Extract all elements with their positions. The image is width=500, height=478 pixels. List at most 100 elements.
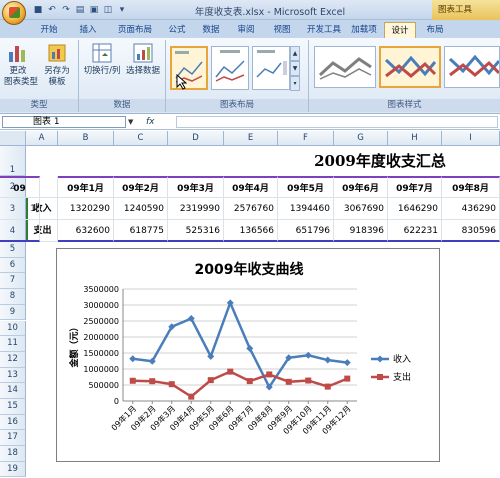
row-header[interactable]: 15 — [0, 399, 26, 415]
row-header[interactable]: 1 — [0, 146, 26, 176]
row-header[interactable]: 10 — [0, 320, 26, 337]
income-value-cell[interactable]: 2576760 — [224, 198, 278, 220]
insert-function-button[interactable]: fx — [142, 115, 172, 129]
column-header[interactable]: F — [278, 131, 334, 146]
column-header[interactable]: E — [224, 131, 278, 146]
data-point-1 — [285, 378, 292, 385]
data-point-1 — [324, 383, 331, 390]
window-title: 年度收支表.xlsx - Microsoft Excel — [194, 7, 346, 18]
month-header-cell[interactable]: 09年7月 — [388, 176, 442, 198]
change-chart-type-button[interactable]: 更改 图表类型 — [4, 42, 38, 88]
row-header[interactable]: 19 — [0, 461, 26, 478]
row-header[interactable]: 6 — [0, 257, 26, 274]
chart-title: 2009年收支曲线 — [195, 261, 304, 278]
select-all-corner[interactable] — [0, 131, 26, 146]
month-header-cell[interactable]: 09年1月 — [58, 176, 114, 198]
income-value-cell[interactable]: 1240590 — [114, 198, 168, 220]
column-header[interactable]: H — [388, 131, 442, 146]
chart-type-icon — [7, 42, 29, 64]
row-header[interactable]: 14 — [0, 383, 26, 399]
data-point-1 — [129, 377, 136, 384]
expense-value-cell[interactable]: 622231 — [388, 220, 442, 242]
expense-value-cell[interactable]: 618775 — [114, 220, 168, 242]
month-header-cell[interactable]: 09年3月 — [168, 176, 224, 198]
print-icon[interactable]: ▣ — [88, 4, 100, 16]
expense-value-cell[interactable]: 525316 — [168, 220, 224, 242]
expense-value-cell[interactable]: 918396 — [334, 220, 388, 242]
column-header[interactable]: I — [442, 131, 500, 146]
income-value-cell[interactable]: 1 — [0, 198, 40, 220]
layout-more[interactable]: ▾ — [290, 76, 300, 91]
undo-icon[interactable]: ↶ — [46, 4, 58, 16]
tab-7[interactable]: 开发工具 — [304, 22, 344, 38]
month-header-cell[interactable]: 09年8月 — [442, 176, 500, 198]
tab-4[interactable]: 数据 — [196, 22, 226, 38]
tab-2[interactable]: 页面布局 — [112, 22, 158, 38]
y-tick-label: 1500000 — [83, 349, 119, 358]
row-header[interactable]: 16 — [0, 414, 26, 431]
month-header-cell[interactable]: 09年4月 — [224, 176, 278, 198]
row-header[interactable]: 5 — [0, 242, 26, 258]
expense-value-cell[interactable] — [0, 220, 40, 242]
select-data-label: 选择数据 — [125, 66, 160, 76]
income-value-cell[interactable]: 2319990 — [168, 198, 224, 220]
tab-10[interactable]: 布局 — [420, 22, 450, 38]
row-header[interactable]: 18 — [0, 446, 26, 462]
month-header-cell[interactable]: 09 — [0, 176, 40, 198]
income-value-cell[interactable]: 1394460 — [278, 198, 334, 220]
data-point-1 — [305, 377, 312, 384]
tab-5[interactable]: 审阅 — [230, 22, 262, 38]
save-as-template-button[interactable]: 另存为 模板 — [42, 42, 72, 88]
chart-style-1[interactable] — [314, 46, 376, 88]
income-value-cell[interactable]: 3067690 — [334, 198, 388, 220]
column-header[interactable]: G — [334, 131, 388, 146]
expense-value-cell[interactable]: 136566 — [224, 220, 278, 242]
chart-object[interactable]: 2009年收支曲线 金额（元） 0 500000 1000000 1500000 20000… — [56, 248, 440, 462]
chart-style-2[interactable] — [379, 46, 441, 88]
switch-row-column-button[interactable]: 切换行/列 — [82, 42, 122, 77]
expense-value-cell[interactable]: 830596 — [442, 220, 500, 242]
open-icon[interactable]: ▤ — [74, 4, 86, 16]
row-header[interactable]: 11 — [0, 336, 26, 352]
month-header-cell[interactable]: 09年6月 — [334, 176, 388, 198]
tab-1[interactable]: 插入 — [70, 22, 106, 38]
column-header[interactable]: B — [58, 131, 114, 146]
column-header[interactable]: C — [114, 131, 168, 146]
row-header[interactable]: 17 — [0, 430, 26, 447]
row-header[interactable]: 7 — [0, 273, 26, 290]
income-value-cell[interactable]: 1646290 — [388, 198, 442, 220]
tab-0[interactable]: 开始 — [34, 22, 64, 38]
month-header-cell[interactable]: 09年5月 — [278, 176, 334, 198]
chart-tools-tag: 图表工具 — [432, 0, 500, 20]
row-header[interactable]: 13 — [0, 367, 26, 384]
tab-8[interactable]: 加载项 — [348, 22, 380, 38]
expense-value-cell[interactable]: 632600 — [58, 220, 114, 242]
row-header[interactable]: 12 — [0, 351, 26, 368]
customize-icon[interactable]: ▾ — [116, 4, 128, 16]
tab-6[interactable]: 视图 — [266, 22, 298, 38]
column-header[interactable]: A — [26, 131, 58, 146]
row-header[interactable]: 9 — [0, 304, 26, 321]
save-icon[interactable]: ■ — [32, 4, 44, 16]
layout-scroll-down[interactable]: ▼ — [290, 61, 300, 76]
tab-3[interactable]: 公式 — [162, 22, 192, 38]
name-box-dropdown-icon[interactable]: ▼ — [128, 116, 138, 128]
income-value-cell[interactable]: 436290 — [442, 198, 500, 220]
name-box[interactable]: 图表 1 — [2, 116, 126, 128]
chart-style-3[interactable] — [444, 46, 500, 88]
month-header-cell[interactable]: 09年2月 — [114, 176, 168, 198]
preview-icon[interactable]: ◫ — [102, 4, 114, 16]
style-preview-icon — [318, 57, 372, 80]
layout-scroll-up[interactable]: ▲ — [290, 46, 300, 61]
row-header[interactable]: 8 — [0, 289, 26, 305]
chart-layout-3[interactable] — [252, 46, 290, 90]
tab-9[interactable]: 设计 — [384, 22, 416, 38]
column-header[interactable]: D — [168, 131, 224, 146]
select-data-button[interactable]: 选择数据 — [123, 42, 163, 77]
income-value-cell[interactable]: 1320290 — [58, 198, 114, 220]
chart-layout-2[interactable] — [211, 46, 249, 90]
office-button[interactable] — [2, 1, 26, 25]
expense-value-cell[interactable]: 651796 — [278, 220, 334, 242]
redo-icon[interactable]: ↷ — [60, 4, 72, 16]
formula-input[interactable] — [176, 116, 498, 128]
